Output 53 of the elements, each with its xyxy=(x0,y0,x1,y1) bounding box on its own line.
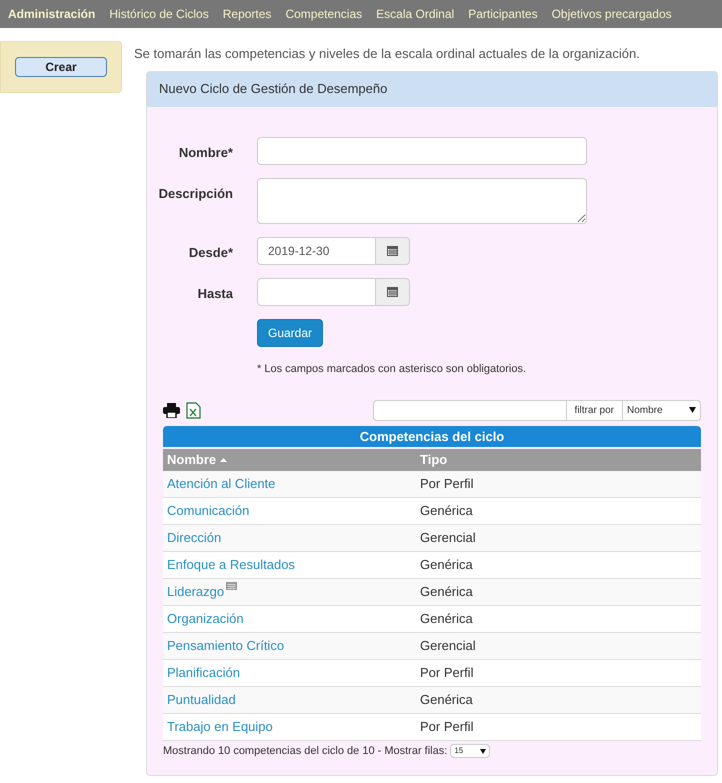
competency-link[interactable]: Comunicación xyxy=(167,501,250,521)
table-cell-text: Gerencial xyxy=(419,637,477,656)
table-cell-text: Por Perfil xyxy=(419,718,474,736)
rows-select[interactable]: 15 xyxy=(450,744,490,758)
competency-link[interactable]: Dirección xyxy=(167,528,222,548)
pagination-text: Mostrando 10 competencias del ciclo de 10 - Mostrar filas: xyxy=(163,744,448,759)
table-cell-text: Por Perfil xyxy=(419,475,474,494)
competency-link[interactable]: Puntualidad xyxy=(167,690,236,710)
competency-link[interactable]: Liderazgo xyxy=(167,582,224,602)
competency-link[interactable]: Pensamiento Crítico xyxy=(167,636,284,656)
competency-link[interactable]: Organización xyxy=(167,609,244,629)
table-cell-text: Genérica xyxy=(419,556,474,574)
table-cell-text: Genérica xyxy=(419,610,474,628)
panel-title: Nuevo Ciclo de Gestión de Desempeño xyxy=(159,80,388,98)
table-cell-text: Genérica xyxy=(419,583,474,602)
competency-link[interactable]: Planificación xyxy=(167,663,240,683)
calendar-button[interactable] xyxy=(376,236,410,264)
table-title: Competencias del ciclo xyxy=(163,426,701,447)
nav-tab[interactable]: Administración xyxy=(8,5,96,23)
required-note: * Los campos marcados con asterisco son obligatorios. xyxy=(257,362,528,376)
nav-tab[interactable]: Reportes xyxy=(222,5,272,23)
column-header[interactable]: Tipo xyxy=(420,450,448,470)
column-header[interactable]: Nombre xyxy=(167,450,216,470)
note-icon[interactable] xyxy=(226,582,238,590)
calendar-button[interactable] xyxy=(376,278,410,306)
create-button[interactable]: Crear xyxy=(15,57,107,77)
save-button[interactable]: Guardar xyxy=(257,318,324,346)
field-label: Desde* xyxy=(188,244,233,262)
date-field[interactable] xyxy=(257,278,376,306)
field-label: Descripción xyxy=(158,184,233,203)
field-label: Hasta xyxy=(198,284,233,302)
date-field[interactable]: 2019-12-30 xyxy=(257,236,376,264)
table-cell-text: Genérica xyxy=(419,502,474,520)
table-cell-text: Por Perfil xyxy=(419,664,474,682)
nav-tab[interactable]: Histórico de Ciclos xyxy=(109,5,209,23)
print-icon[interactable] xyxy=(163,402,180,418)
nav-tab[interactable]: Escala Ordinal xyxy=(376,5,454,23)
competency-link[interactable]: Trabajo en Equipo xyxy=(167,717,273,737)
field-label: Nombre* xyxy=(178,144,233,162)
text-field[interactable] xyxy=(257,136,587,164)
nav-tab[interactable]: Competencias xyxy=(285,5,362,23)
text-area[interactable] xyxy=(257,178,587,224)
competency-link[interactable]: Enfoque a Resultados xyxy=(167,555,295,575)
notice-text: Se tomarán las competencias y niveles de la escala ordinal actuales de la organización. xyxy=(134,45,641,63)
dropdown-icon xyxy=(480,748,486,754)
competency-link[interactable]: Atención al Cliente xyxy=(167,474,276,494)
table-cell-text: Gerencial xyxy=(419,529,477,548)
nav-tab[interactable]: Participantes xyxy=(468,5,538,23)
calendar-icon xyxy=(387,245,398,256)
calendar-icon xyxy=(387,286,398,297)
spreadsheet-icon[interactable] xyxy=(186,402,201,418)
nav-tab[interactable]: Objetivos precargados xyxy=(552,5,672,23)
table-cell-text: Genérica xyxy=(419,691,474,710)
